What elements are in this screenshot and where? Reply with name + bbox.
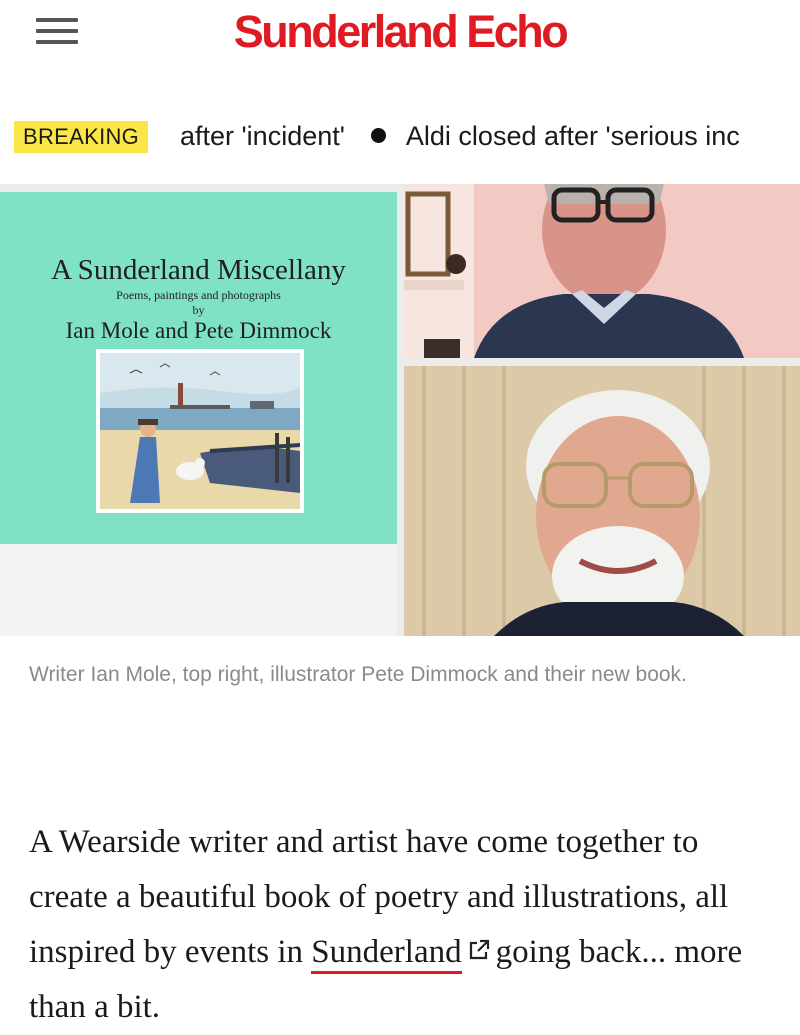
ticker-item[interactable]: Aldi closed after 'serious inc [406, 121, 740, 151]
book-title: A Sunderland Miscellany [51, 254, 346, 286]
breaking-news-ticker: BREAKING after 'incident' Aldi closed aft… [0, 88, 800, 184]
sunderland-link[interactable]: Sunderland [311, 934, 462, 974]
portrait-pete-dimmock [404, 366, 800, 636]
hero-image: A Sunderland Miscellany Poems, paintings… [0, 184, 800, 636]
cover-painting [96, 349, 304, 513]
site-header: Sunderland Echo [0, 0, 800, 89]
image-caption: Writer Ian Mole, top right, illustrator … [29, 663, 687, 686]
bullet-icon [370, 128, 386, 144]
man-with-glasses-photo [404, 184, 800, 358]
breaking-badge: BREAKING [14, 121, 149, 153]
book-authors: Ian Mole and Pete Dimmock [65, 318, 332, 343]
site-logo[interactable]: Sunderland Echo [0, 6, 800, 58]
smiling-man-photo [404, 366, 800, 636]
portrait-ian-mole [404, 184, 800, 358]
external-link-icon[interactable] [468, 939, 490, 961]
ticker-item[interactable]: after 'incident' [180, 121, 345, 151]
beach-painting-illustration [100, 353, 300, 509]
book-by: by [192, 303, 205, 317]
ticker-track: after 'incident' Aldi closed after 'serio… [180, 119, 740, 153]
book-subtitle: Poems, paintings and photographs [116, 288, 281, 302]
book-cover-shadow [0, 544, 397, 636]
book-cover: A Sunderland Miscellany Poems, paintings… [0, 192, 397, 544]
article-lead-paragraph: A Wearside writer and artist have come t… [29, 815, 774, 1035]
